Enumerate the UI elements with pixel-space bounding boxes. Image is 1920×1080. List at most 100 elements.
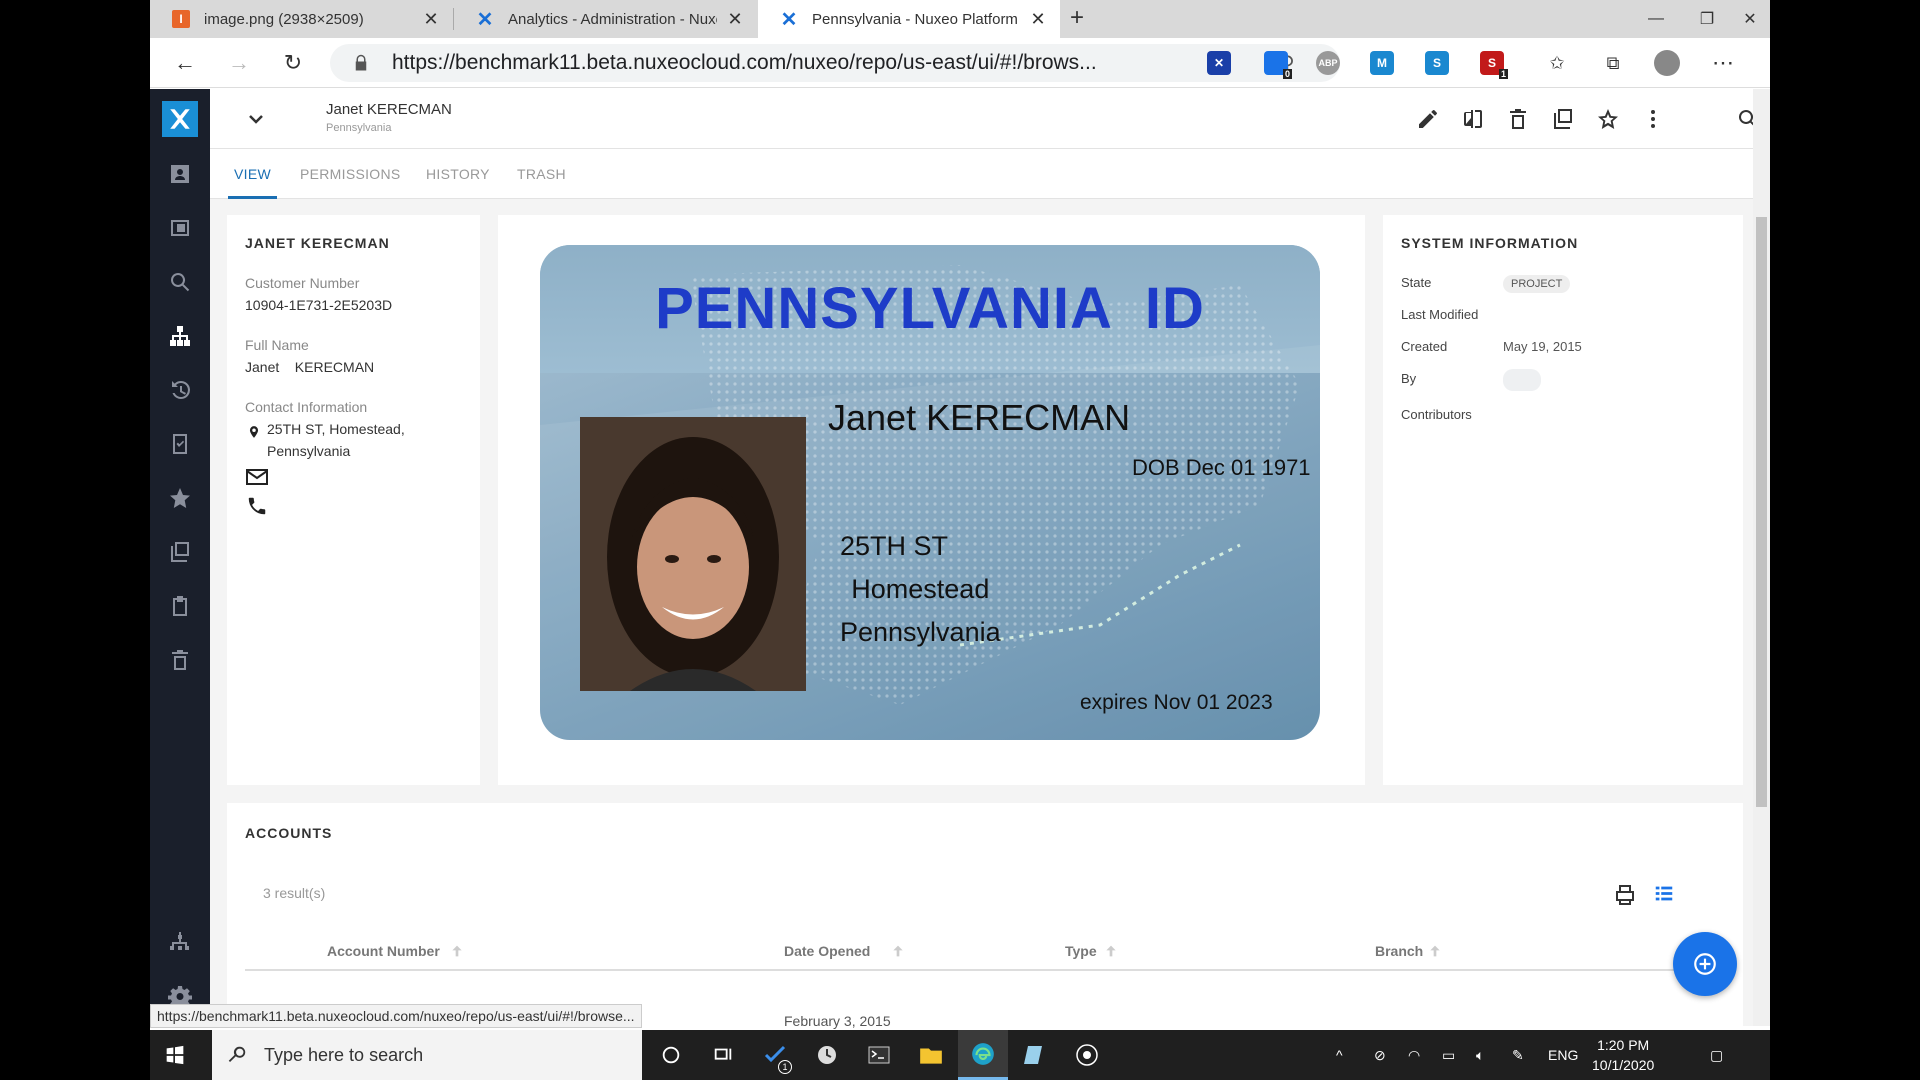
csv-export-icon[interactable] bbox=[1613, 883, 1637, 907]
column-date-opened[interactable]: Date Opened bbox=[784, 943, 870, 959]
column-branch[interactable]: Branch bbox=[1375, 943, 1423, 959]
sidebar-item-tasks[interactable] bbox=[165, 429, 195, 459]
tab-view[interactable]: VIEW bbox=[228, 149, 277, 199]
new-tab-button[interactable]: + bbox=[1062, 4, 1092, 32]
close-icon[interactable]: ✕ bbox=[1028, 9, 1048, 30]
column-type[interactable]: Type bbox=[1065, 943, 1097, 959]
document-preview-card: PENNSYLVANIA ID Janet KERECMAN DOB Dec 0… bbox=[498, 215, 1365, 785]
add-to-collection-button[interactable] bbox=[1549, 105, 1577, 133]
browser-tab-analytics[interactable]: ✕ Analytics - Administration - Nuxeo ✕ bbox=[454, 0, 757, 38]
edit-button[interactable] bbox=[1414, 105, 1442, 133]
id-card-address-line2: Homestead bbox=[851, 574, 990, 604]
email-icon[interactable] bbox=[245, 467, 269, 487]
volume-icon[interactable]: 🔈︎ bbox=[1476, 1030, 1484, 1080]
sidebar-item-dashboard[interactable] bbox=[165, 213, 195, 243]
taskbar-search[interactable]: Type here to search bbox=[212, 1030, 642, 1080]
extension-badge: 0 bbox=[1282, 69, 1292, 79]
taskbar-todo-app[interactable]: 1 bbox=[750, 1030, 800, 1080]
url-field[interactable]: https://benchmark11.beta.nuxeocloud.com/… bbox=[330, 44, 1340, 82]
system-information-heading: SYSTEM INFORMATION bbox=[1401, 235, 1579, 251]
collections-icon bbox=[1554, 109, 1572, 129]
favorite-button[interactable] bbox=[1594, 105, 1622, 133]
column-account-number[interactable]: Account Number bbox=[327, 943, 440, 959]
sort-arrow-icon[interactable] bbox=[1427, 943, 1443, 959]
tab-trash[interactable]: TRASH bbox=[517, 149, 566, 199]
adblock-icon[interactable]: ABP bbox=[1316, 51, 1340, 75]
more-vertical-icon bbox=[1651, 110, 1655, 128]
browser-tab-image[interactable]: I image.png (2938×2509) ✕ bbox=[150, 0, 453, 38]
reload-button[interactable]: ↻ bbox=[276, 46, 310, 80]
close-icon[interactable]: ✕ bbox=[725, 9, 745, 30]
sort-arrow-icon[interactable] bbox=[1103, 943, 1119, 959]
sidebar-item-collections[interactable] bbox=[165, 537, 195, 567]
nuxeo-extension-icon[interactable]: ✕ bbox=[1207, 51, 1231, 75]
taskbar-edge-browser[interactable] bbox=[958, 1030, 1008, 1080]
tray-app-icon[interactable]: ⊘ bbox=[1374, 1030, 1386, 1080]
address-line1: 25TH ST, Homestead, bbox=[267, 421, 405, 437]
nuxeo-logo[interactable] bbox=[162, 101, 198, 137]
extension-icon[interactable]: S1 bbox=[1480, 51, 1508, 79]
browser-tab-pennsylvania[interactable]: ✕ Pennsylvania - Nuxeo Platform ✕ bbox=[758, 0, 1060, 38]
collections-icon[interactable]: ⧉ bbox=[1596, 46, 1630, 80]
tab-permissions[interactable]: PERMISSIONS bbox=[300, 149, 401, 199]
battery-icon[interactable]: ▭ bbox=[1442, 1030, 1455, 1080]
sidebar-item-browse[interactable] bbox=[165, 321, 195, 351]
scrollbar-thumb[interactable] bbox=[1756, 217, 1767, 807]
compare-icon bbox=[1464, 110, 1482, 128]
document-header: Janet KERECMAN Pennsylvania bbox=[210, 89, 1770, 149]
sort-arrow-icon[interactable] bbox=[890, 943, 906, 959]
task-view-button[interactable] bbox=[698, 1030, 748, 1080]
profile-avatar[interactable] bbox=[1650, 46, 1684, 80]
pen-icon[interactable]: ✎ bbox=[1512, 1030, 1524, 1080]
sort-arrow-icon[interactable] bbox=[449, 943, 465, 959]
table-cell-date: February 3, 2015 bbox=[784, 1013, 891, 1029]
taskbar-clock-app[interactable] bbox=[802, 1030, 852, 1080]
taskbar-terminal-app[interactable] bbox=[854, 1030, 904, 1080]
extension-icon[interactable]: M bbox=[1370, 51, 1394, 75]
taskbar-app[interactable] bbox=[1010, 1030, 1060, 1080]
compare-button[interactable] bbox=[1459, 105, 1487, 133]
tray-chevron-icon[interactable]: ^ bbox=[1336, 1030, 1343, 1080]
restore-button[interactable]: ❐ bbox=[1684, 0, 1730, 38]
more-actions-button[interactable] bbox=[1639, 105, 1667, 133]
document-breadcrumb[interactable]: Pennsylvania bbox=[326, 122, 391, 134]
sidebar-item-profile[interactable] bbox=[165, 159, 195, 189]
contact-info-label: Contact Information bbox=[245, 399, 368, 415]
close-icon[interactable]: ✕ bbox=[421, 9, 441, 30]
id-card-image[interactable]: PENNSYLVANIA ID Janet KERECMAN DOB Dec 0… bbox=[540, 245, 1320, 740]
table-settings-icon[interactable] bbox=[1653, 883, 1675, 905]
sidebar-item-favorites[interactable] bbox=[165, 483, 195, 513]
add-button[interactable] bbox=[1673, 932, 1737, 996]
extension-icon[interactable]: 0 bbox=[1264, 51, 1292, 79]
more-icon[interactable]: ⋯ bbox=[1706, 46, 1740, 80]
close-window-button[interactable]: ✕ bbox=[1730, 0, 1770, 38]
delete-button[interactable] bbox=[1504, 105, 1532, 133]
forward-button[interactable]: → bbox=[222, 46, 256, 80]
minimize-button[interactable]: — bbox=[1628, 0, 1684, 38]
sidebar-item-trash[interactable] bbox=[165, 645, 195, 675]
sidebar-item-clipboard[interactable] bbox=[165, 591, 195, 621]
last-modified-label: Last Modified bbox=[1401, 307, 1479, 322]
back-button[interactable]: ← bbox=[168, 46, 202, 80]
author-avatar[interactable] bbox=[1503, 369, 1541, 391]
extension-icon[interactable]: S bbox=[1425, 51, 1449, 75]
cortana-button[interactable] bbox=[646, 1030, 696, 1080]
tab-history[interactable]: HISTORY bbox=[426, 149, 490, 199]
favorites-icon[interactable]: ✩ bbox=[1540, 46, 1574, 80]
clock[interactable]: 1:20 PM 10/1/2020 bbox=[1592, 1030, 1654, 1080]
location-pin-icon bbox=[249, 426, 259, 438]
sidebar-item-administration[interactable] bbox=[165, 927, 195, 957]
wifi-icon[interactable]: ◠ bbox=[1408, 1030, 1420, 1080]
sidebar-item-search[interactable] bbox=[165, 267, 195, 297]
taskbar-obs-app[interactable] bbox=[1062, 1030, 1112, 1080]
taskbar-file-explorer[interactable] bbox=[906, 1030, 956, 1080]
language-indicator[interactable]: ENG bbox=[1548, 1030, 1578, 1080]
phone-icon[interactable] bbox=[246, 495, 268, 517]
scrollbar[interactable] bbox=[1753, 89, 1770, 1026]
start-button[interactable] bbox=[150, 1030, 200, 1080]
chevron-down-icon[interactable] bbox=[244, 107, 268, 131]
notifications-icon[interactable]: ▢ bbox=[1710, 1030, 1723, 1080]
sidebar-item-history[interactable] bbox=[165, 375, 195, 405]
created-label: Created bbox=[1401, 339, 1448, 354]
sidebar bbox=[150, 89, 210, 1026]
